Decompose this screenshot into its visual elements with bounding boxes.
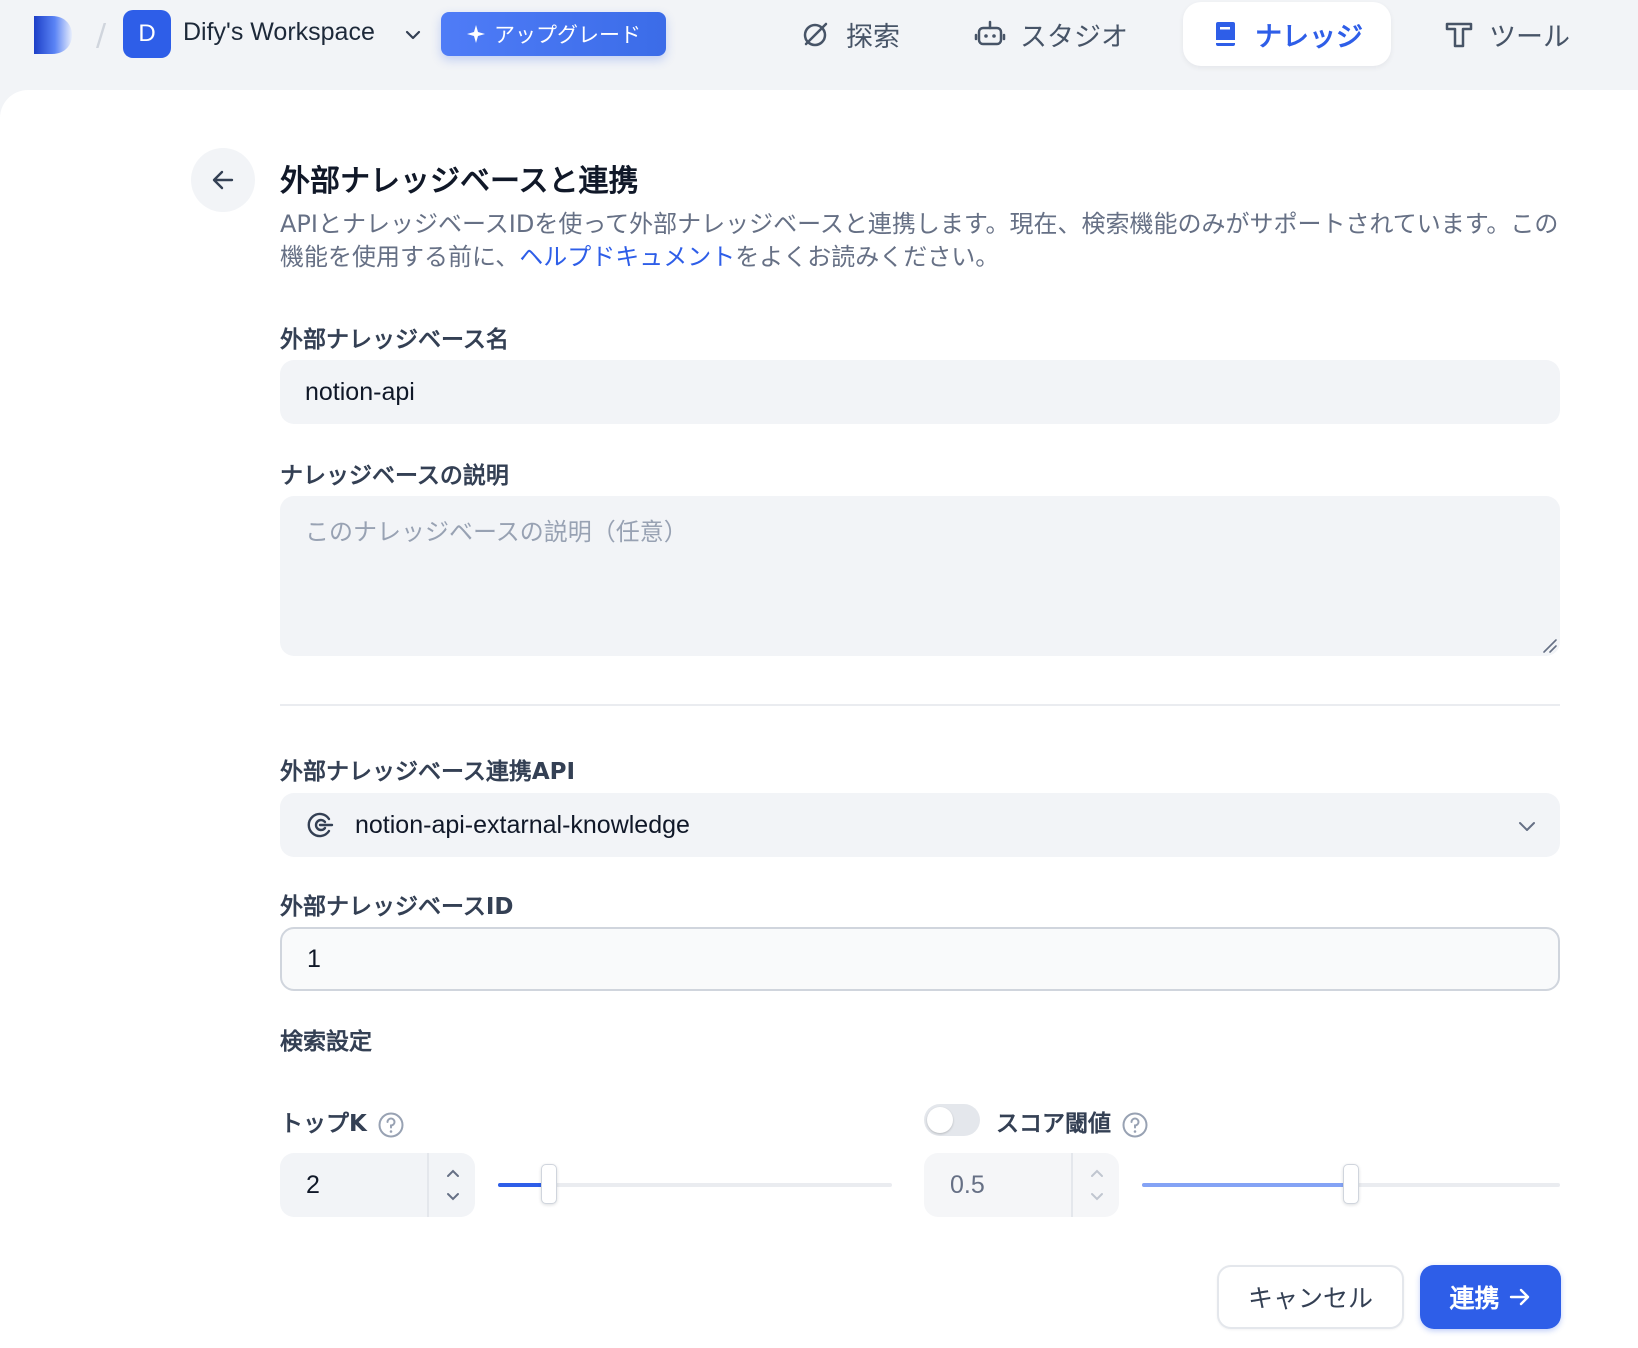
nav-knowledge-label: ナレッジ xyxy=(1255,21,1363,53)
kb-api-select[interactable]: notion-api-extarnal-knowledge xyxy=(280,793,1560,857)
chevron-down-icon[interactable] xyxy=(404,26,422,44)
kb-description-textarea[interactable]: このナレッジベースの説明（任意） xyxy=(280,496,1560,656)
resize-handle-icon[interactable] xyxy=(1540,636,1558,654)
kb-id-label: 外部ナレッジベースID xyxy=(280,894,514,920)
chevron-down-icon[interactable] xyxy=(444,1187,462,1205)
sparkle-icon xyxy=(467,25,485,43)
nav-explore[interactable]: 探索 xyxy=(774,2,926,66)
score-threshold-label-text: スコア閾値 xyxy=(996,1111,1111,1137)
score-threshold-slider-fill xyxy=(1142,1183,1351,1187)
kb-name-label: 外部ナレッジベース名 xyxy=(280,327,509,353)
top-k-slider-handle[interactable] xyxy=(541,1164,557,1204)
top-k-label: トップK xyxy=(280,1104,405,1139)
score-threshold-toggle[interactable] xyxy=(924,1104,980,1136)
arrow-left-icon xyxy=(212,170,234,190)
help-circle-icon[interactable] xyxy=(377,1111,405,1139)
kb-api-selected-value: notion-api-extarnal-knowledge xyxy=(355,810,690,839)
kb-name-input[interactable]: notion-api xyxy=(280,360,1560,424)
nav-studio[interactable]: スタジオ xyxy=(948,2,1154,66)
chevron-down-icon xyxy=(1519,822,1535,831)
top-k-number-input[interactable]: 2 xyxy=(280,1153,475,1217)
compass-icon xyxy=(803,22,828,47)
workspace-avatar[interactable]: D xyxy=(123,10,171,58)
chevron-down-icon[interactable] xyxy=(1088,1187,1106,1205)
score-threshold-number-input[interactable]: 0.5 xyxy=(924,1153,1119,1217)
hammer-icon xyxy=(1445,22,1473,48)
breadcrumb-separator: / xyxy=(96,18,107,53)
chevron-up-icon[interactable] xyxy=(444,1165,462,1183)
kb-description-label: ナレッジベースの説明 xyxy=(280,463,509,489)
nav-explore-label: 探索 xyxy=(846,21,900,53)
dify-logo-icon[interactable] xyxy=(32,14,74,56)
book-icon xyxy=(1216,22,1235,46)
api-connection-icon xyxy=(307,812,334,838)
workspace-name[interactable]: Dify's Workspace xyxy=(183,18,375,47)
chevron-up-icon[interactable] xyxy=(1088,1165,1106,1183)
connect-button[interactable]: 連携 xyxy=(1420,1265,1561,1329)
score-threshold-stepper[interactable] xyxy=(1071,1153,1119,1217)
back-button[interactable] xyxy=(191,148,255,212)
nav-knowledge[interactable]: ナレッジ xyxy=(1183,2,1391,66)
score-threshold-label: スコア閾値 xyxy=(996,1104,1149,1139)
upgrade-button[interactable]: アップグレード xyxy=(441,12,666,56)
top-k-stepper[interactable] xyxy=(427,1153,475,1217)
robot-icon xyxy=(974,20,1006,46)
retrieval-settings-label: 検索設定 xyxy=(280,1029,372,1055)
toggle-knob xyxy=(927,1107,953,1133)
nav-tools[interactable]: ツール xyxy=(1417,2,1596,66)
upgrade-label: アップグレード xyxy=(494,23,641,47)
kb-api-label: 外部ナレッジベース連携API xyxy=(280,759,576,785)
top-k-label-text: トップK xyxy=(280,1111,367,1137)
kb-id-input[interactable]: 1 xyxy=(280,927,1560,991)
page-description: APIとナレッジベースIDを使って外部ナレッジベースと連携します。現在、検索機能… xyxy=(280,208,1560,274)
main-panel: 外部ナレッジベースと連携 APIとナレッジベースIDを使って外部ナレッジベースと… xyxy=(0,90,1638,1348)
arrow-right-icon xyxy=(1509,1288,1529,1306)
score-threshold-slider-handle[interactable] xyxy=(1343,1164,1359,1204)
page-title: 外部ナレッジベースと連携 xyxy=(280,164,639,199)
help-document-link[interactable]: ヘルプドキュメント xyxy=(519,243,735,271)
score-threshold-value: 0.5 xyxy=(950,1171,985,1199)
top-k-value: 2 xyxy=(306,1171,320,1199)
description-text-after: をよくお読みください。 xyxy=(735,243,1000,271)
nav-tools-label: ツール xyxy=(1489,21,1570,53)
section-divider xyxy=(280,704,1560,706)
nav-studio-label: スタジオ xyxy=(1020,21,1128,53)
score-threshold-slider[interactable] xyxy=(1142,1164,1560,1204)
help-circle-icon[interactable] xyxy=(1121,1111,1149,1139)
cancel-button[interactable]: キャンセル xyxy=(1217,1265,1404,1329)
connect-button-label: 連携 xyxy=(1449,1284,1500,1313)
top-k-slider[interactable] xyxy=(498,1164,892,1204)
kb-description-placeholder: このナレッジベースの説明（任意） xyxy=(305,518,688,546)
top-navigation-bar: / D Dify's Workspace アップグレード 探索 スタジオ ナレッ… xyxy=(0,0,1638,92)
